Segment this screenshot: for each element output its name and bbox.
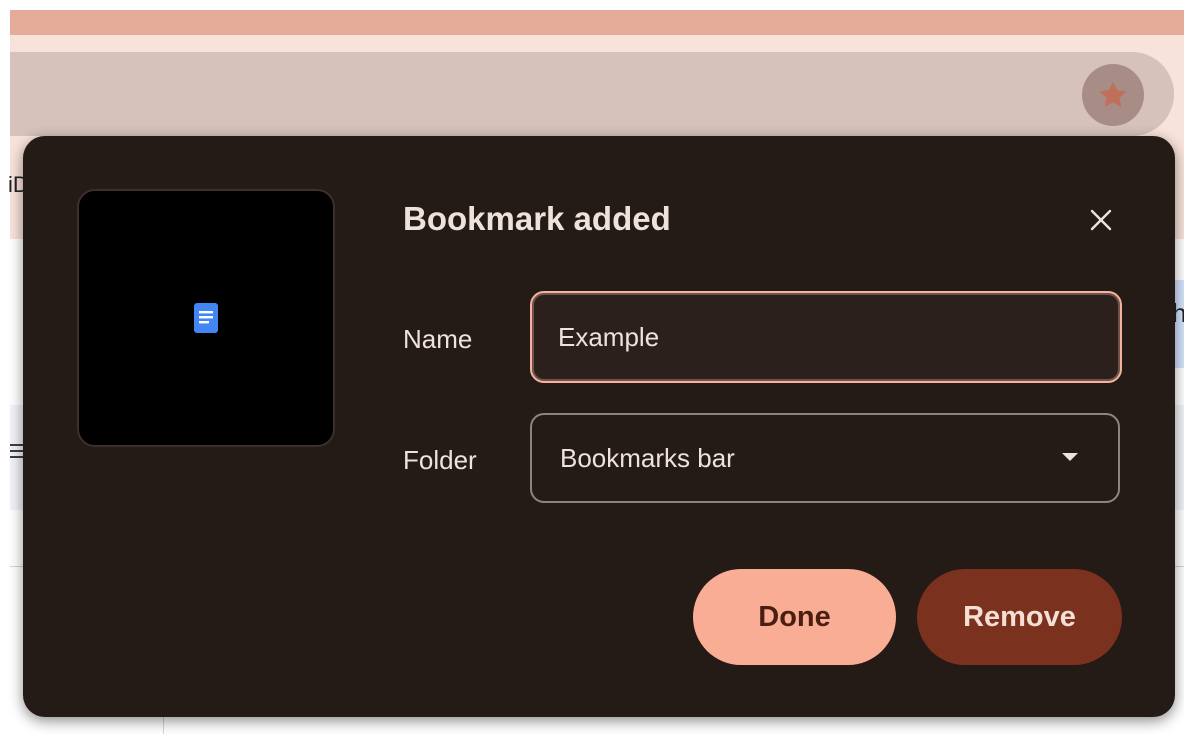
done-button[interactable]: Done [693, 569, 896, 665]
tab-strip-divider [10, 35, 1184, 49]
name-field[interactable] [530, 291, 1122, 383]
close-icon [1090, 209, 1112, 231]
bookmark-star-button[interactable] [1082, 64, 1144, 126]
remove-button[interactable]: Remove [917, 569, 1122, 665]
menu-icon[interactable] [10, 444, 24, 464]
folder-dropdown[interactable]: Bookmarks bar [530, 413, 1120, 503]
dialog-title: Bookmark added [403, 200, 671, 237]
address-bar[interactable] [10, 52, 1174, 136]
star-icon [1099, 81, 1127, 108]
bookmark-dialog: Bookmark added Name Folder Bookmarks bar… [23, 136, 1175, 717]
page-thumbnail [77, 189, 335, 447]
chevron-down-icon [1062, 453, 1078, 461]
tab-strip [10, 10, 1184, 35]
name-label: Name [403, 324, 473, 354]
folder-selected-value: Bookmarks bar [560, 443, 735, 473]
google-docs-icon [194, 303, 218, 333]
folder-label: Folder [403, 445, 477, 475]
close-button[interactable] [1079, 198, 1123, 242]
